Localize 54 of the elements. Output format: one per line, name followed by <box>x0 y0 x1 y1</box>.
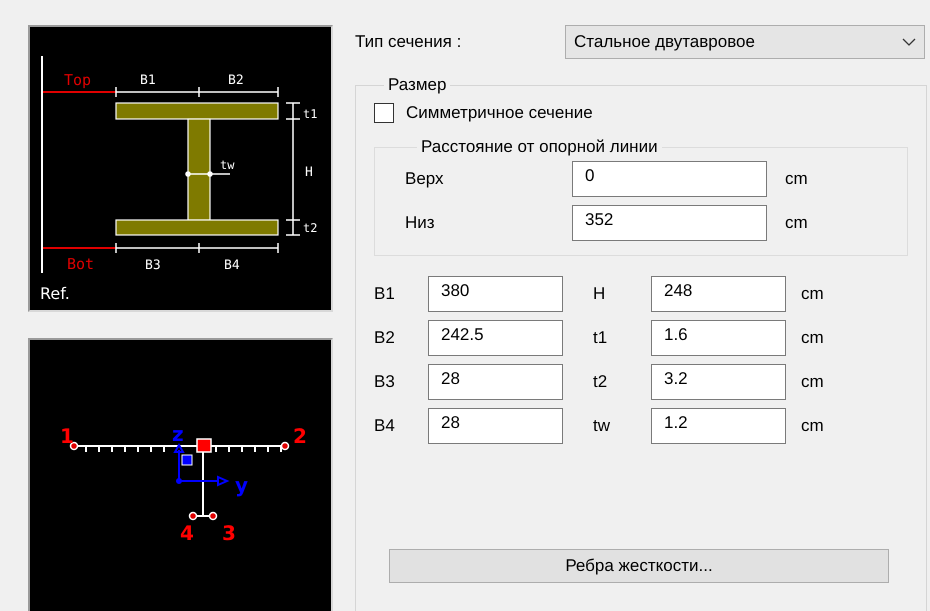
field-label: H <box>592 284 606 304</box>
chevron-icon <box>902 38 916 46</box>
field-label: t1 <box>592 328 608 348</box>
axis-label: y <box>235 473 248 497</box>
field-label: B4 <box>374 416 396 436</box>
input-field[interactable]: 1.6 <box>651 320 786 356</box>
dimension-label: t1 <box>303 107 318 121</box>
node-label: 1 <box>60 424 74 448</box>
input-field[interactable]: 1.2 <box>651 408 786 444</box>
section-type-dropdown[interactable]: Стальное двутавровое <box>565 25 925 59</box>
input-field[interactable]: 248 <box>651 276 786 312</box>
unit-label: cm <box>784 169 808 189</box>
input-field[interactable]: 380 <box>428 276 563 312</box>
centroid-marker <box>196 438 212 453</box>
input-field[interactable]: 3.2 <box>651 364 786 400</box>
unit-label: cm <box>800 284 825 304</box>
input-field[interactable]: 28 <box>428 364 563 400</box>
dimension-label: B4 <box>224 258 240 273</box>
symmetric-checkbox[interactable] <box>374 103 394 123</box>
field-label: tw <box>592 416 611 436</box>
dimension-label: H <box>305 165 313 180</box>
web-dimension-line <box>185 171 230 177</box>
dimension-label: B1 <box>140 73 156 88</box>
dimension-label: t2 <box>303 221 318 235</box>
field-label: Низ <box>405 213 436 233</box>
checkbox-label: Симметричное сечение <box>406 103 593 123</box>
input-field[interactable]: 352 <box>572 205 767 241</box>
top-label: Top <box>64 71 92 89</box>
group-title: Размер <box>387 75 448 95</box>
dimension-label: B3 <box>145 258 161 273</box>
field-label: B3 <box>374 372 396 392</box>
dimension-label: tw <box>220 158 234 172</box>
unit-label: cm <box>800 372 825 392</box>
group-title: Расстояние от опорной линии <box>420 137 659 157</box>
section-type-label: Тип сечения : <box>355 32 462 52</box>
field-label: t2 <box>592 372 608 392</box>
node-label: 3 <box>222 521 236 545</box>
unit-label: cm <box>800 328 825 348</box>
axis-label: z <box>172 422 184 446</box>
dimension-label: B2 <box>228 73 244 88</box>
bottom-label: Bot <box>67 255 94 273</box>
input-field[interactable]: 28 <box>428 408 563 444</box>
unit-label: cm <box>800 416 825 436</box>
unit-label: cm <box>784 213 808 233</box>
input-field[interactable]: 242.5 <box>428 320 563 356</box>
field-label: Верх <box>405 169 445 189</box>
input-field[interactable]: 0 <box>572 161 767 197</box>
reference-label: Ref. <box>40 284 70 303</box>
field-label: B2 <box>374 328 396 348</box>
stiffeners-button[interactable]: Ребра жесткости... <box>389 549 889 583</box>
node-label: 2 <box>293 424 307 448</box>
field-label: B1 <box>374 284 396 304</box>
node-label: 4 <box>180 521 194 545</box>
axis-drawing <box>173 442 230 487</box>
